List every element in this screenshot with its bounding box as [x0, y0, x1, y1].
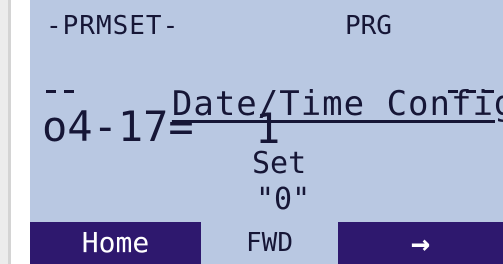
- setting-label: Set: [252, 146, 307, 181]
- drive-status-indicator: PRG: [345, 11, 392, 41]
- panel-left-rule: [8, 0, 11, 264]
- lcd-display: -PRMSET- PRG Date/Time Config o4-17= 1 S…: [30, 0, 503, 264]
- panel-left-edge: [0, 0, 8, 264]
- softkey-bar: Home FWD →: [30, 222, 503, 264]
- parameter-code: o4-17=: [42, 102, 194, 151]
- title-underline-right: [448, 90, 500, 93]
- parameter-value[interactable]: 1: [255, 108, 280, 150]
- mode-label: -PRMSET-: [46, 11, 180, 41]
- right-arrow-icon: →: [410, 224, 431, 262]
- right-arrow-softkey[interactable]: →: [338, 222, 503, 264]
- direction-softkey[interactable]: FWD: [201, 222, 338, 264]
- home-softkey[interactable]: Home: [30, 222, 201, 264]
- setting-value: "0": [256, 182, 311, 217]
